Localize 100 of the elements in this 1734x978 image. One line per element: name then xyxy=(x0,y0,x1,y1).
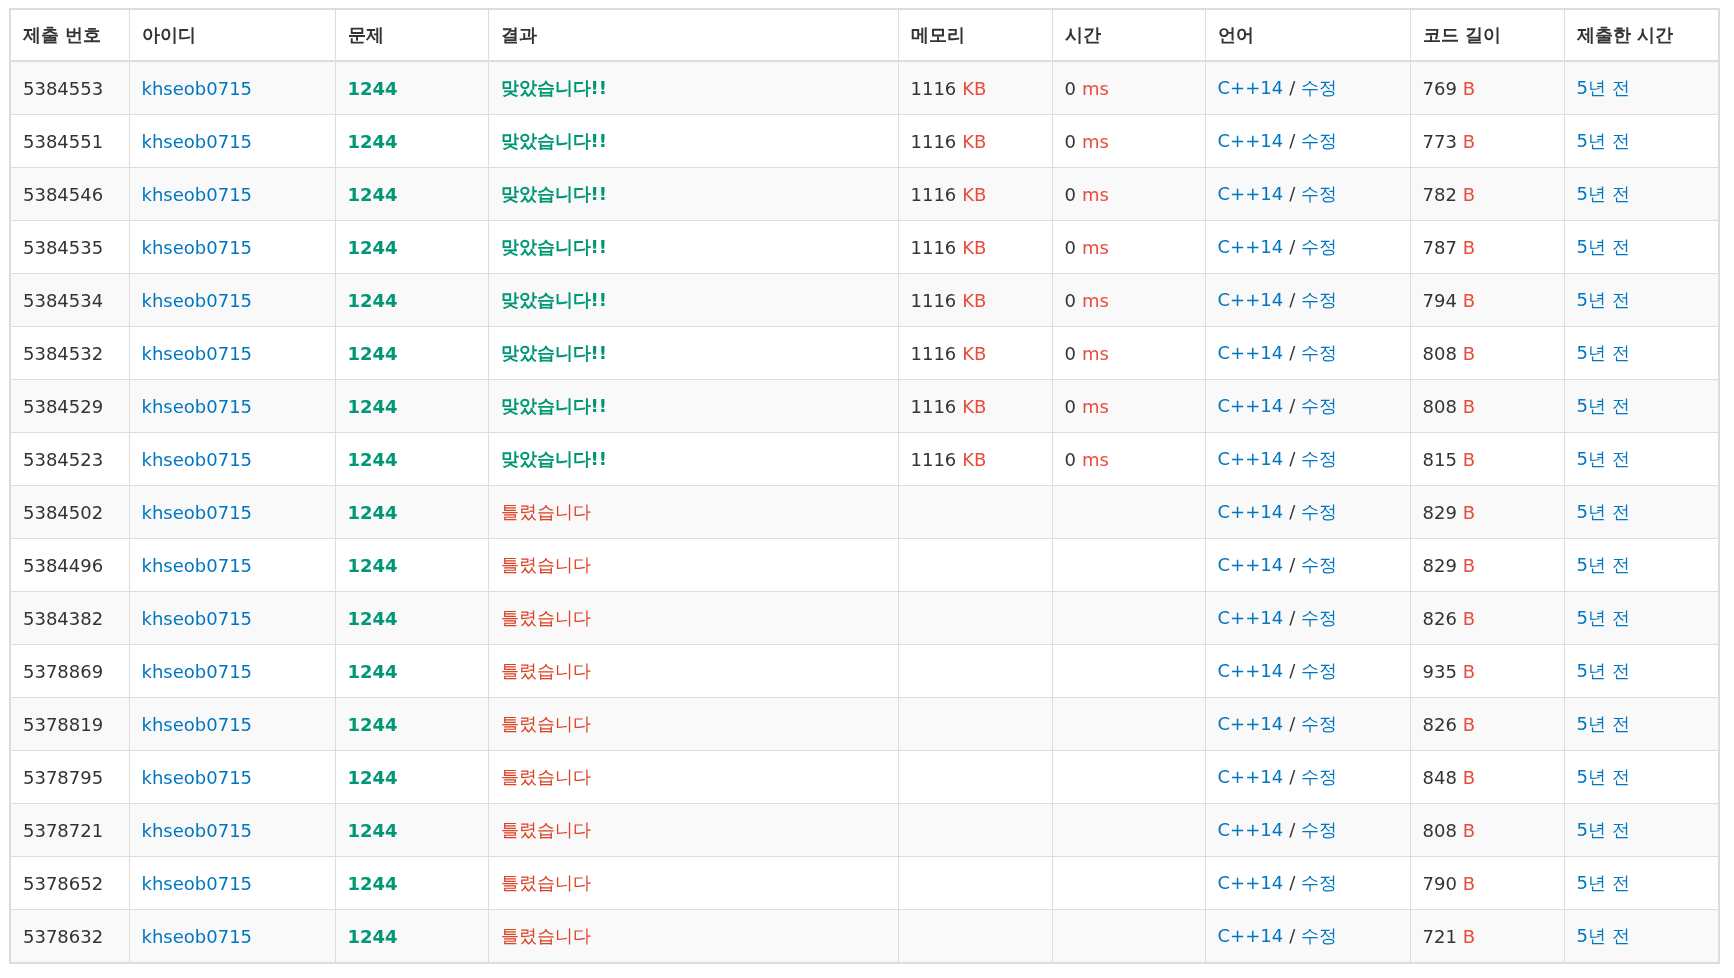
edit-link[interactable]: 수정 xyxy=(1301,236,1338,257)
edit-link[interactable]: 수정 xyxy=(1301,395,1338,416)
time-unit: ms xyxy=(1081,130,1109,152)
code-length-value: 829 xyxy=(1422,501,1457,523)
submission-number: 5384529 xyxy=(23,395,104,417)
submitted-time-link[interactable]: 5년 전 xyxy=(1576,342,1630,363)
language-link[interactable]: C++14 xyxy=(1217,342,1284,363)
language-link[interactable]: C++14 xyxy=(1217,130,1284,151)
problem-link[interactable]: 1244 xyxy=(347,130,398,152)
problem-link[interactable]: 1244 xyxy=(347,819,398,841)
memory-unit: KB xyxy=(962,183,987,205)
submitted-time-link[interactable]: 5년 전 xyxy=(1576,130,1630,151)
language-link[interactable]: C++14 xyxy=(1217,660,1284,681)
separator-text: / xyxy=(1289,236,1296,257)
submitted-time-link[interactable]: 5년 전 xyxy=(1576,236,1630,257)
memory-value: 1116 xyxy=(910,395,957,417)
edit-link[interactable]: 수정 xyxy=(1301,607,1338,628)
problem-link[interactable]: 1244 xyxy=(347,501,398,523)
submitted-time-link[interactable]: 5년 전 xyxy=(1576,395,1630,416)
submitted-time-link[interactable]: 5년 전 xyxy=(1576,925,1630,946)
problem-link[interactable]: 1244 xyxy=(347,183,398,205)
edit-link[interactable]: 수정 xyxy=(1301,766,1338,787)
submitted-time-link[interactable]: 5년 전 xyxy=(1576,872,1630,893)
memory-value: 1116 xyxy=(910,77,957,99)
language-link[interactable]: C++14 xyxy=(1217,872,1284,893)
submitted-time-link[interactable]: 5년 전 xyxy=(1576,289,1630,310)
edit-link[interactable]: 수정 xyxy=(1301,501,1338,522)
result-text: 틀렸습니다 xyxy=(500,660,591,681)
problem-link[interactable]: 1244 xyxy=(347,713,398,735)
time-unit: ms xyxy=(1081,236,1109,258)
result-text: 맞았습니다!! xyxy=(500,448,607,469)
problem-link[interactable]: 1244 xyxy=(347,289,398,311)
separator-text: / xyxy=(1289,872,1296,893)
language-link[interactable]: C++14 xyxy=(1217,607,1284,628)
result-text: 틀렸습니다 xyxy=(500,766,591,787)
separator-text: / xyxy=(1289,289,1296,310)
memory-value: 1116 xyxy=(910,342,957,364)
edit-link[interactable]: 수정 xyxy=(1301,819,1338,840)
submitted-time-link[interactable]: 5년 전 xyxy=(1576,183,1630,204)
language-link[interactable]: C++14 xyxy=(1217,713,1284,734)
time-value: 0 xyxy=(1064,395,1076,417)
submitted-time-link[interactable]: 5년 전 xyxy=(1576,77,1630,98)
problem-link[interactable]: 1244 xyxy=(347,236,398,258)
edit-link[interactable]: 수정 xyxy=(1301,130,1338,151)
separator-text: / xyxy=(1289,660,1296,681)
time-unit: ms xyxy=(1081,342,1109,364)
problem-link[interactable]: 1244 xyxy=(347,607,398,629)
edit-link[interactable]: 수정 xyxy=(1301,925,1338,946)
edit-link[interactable]: 수정 xyxy=(1301,448,1338,469)
time-unit: ms xyxy=(1081,183,1109,205)
language-link[interactable]: C++14 xyxy=(1217,554,1284,575)
memory-unit: KB xyxy=(962,289,987,311)
submitted-time-link[interactable]: 5년 전 xyxy=(1576,660,1630,681)
language-link[interactable]: C++14 xyxy=(1217,183,1284,204)
problem-link[interactable]: 1244 xyxy=(347,448,398,470)
time-unit: ms xyxy=(1081,77,1109,99)
time-value: 0 xyxy=(1064,289,1076,311)
language-link[interactable]: C++14 xyxy=(1217,289,1284,310)
submitted-time-link[interactable]: 5년 전 xyxy=(1576,607,1630,628)
language-link[interactable]: C++14 xyxy=(1217,236,1284,257)
edit-link[interactable]: 수정 xyxy=(1301,713,1338,734)
submission-number: 5384551 xyxy=(23,130,104,152)
language-link[interactable]: C++14 xyxy=(1217,448,1284,469)
submitted-time-link[interactable]: 5년 전 xyxy=(1576,554,1630,575)
submitted-time-link[interactable]: 5년 전 xyxy=(1576,501,1630,522)
code-length-unit: B xyxy=(1462,607,1476,629)
edit-link[interactable]: 수정 xyxy=(1301,872,1338,893)
problem-link[interactable]: 1244 xyxy=(347,660,398,682)
code-length-value: 826 xyxy=(1422,607,1457,629)
code-length-value: 826 xyxy=(1422,713,1457,735)
submitted-time-link[interactable]: 5년 전 xyxy=(1576,766,1630,787)
problem-link[interactable]: 1244 xyxy=(347,77,398,99)
code-length-unit: B xyxy=(1462,77,1476,99)
time-unit: ms xyxy=(1081,448,1109,470)
memory-value: 1116 xyxy=(910,289,957,311)
problem-link[interactable]: 1244 xyxy=(347,395,398,417)
edit-link[interactable]: 수정 xyxy=(1301,342,1338,363)
edit-link[interactable]: 수정 xyxy=(1301,77,1338,98)
edit-link[interactable]: 수정 xyxy=(1301,289,1338,310)
edit-link[interactable]: 수정 xyxy=(1301,660,1338,681)
language-link[interactable]: C++14 xyxy=(1217,819,1284,840)
edit-link[interactable]: 수정 xyxy=(1301,183,1338,204)
language-link[interactable]: C++14 xyxy=(1217,77,1284,98)
language-link[interactable]: C++14 xyxy=(1217,395,1284,416)
submitted-time-link[interactable]: 5년 전 xyxy=(1576,713,1630,734)
edit-link[interactable]: 수정 xyxy=(1301,554,1338,575)
problem-link[interactable]: 1244 xyxy=(347,554,398,576)
language-link[interactable]: C++14 xyxy=(1217,766,1284,787)
problem-link[interactable]: 1244 xyxy=(347,342,398,364)
submitted-time-link[interactable]: 5년 전 xyxy=(1576,448,1630,469)
submission-number: 5384532 xyxy=(23,342,104,364)
problem-link[interactable]: 1244 xyxy=(347,766,398,788)
result-text: 맞았습니다!! xyxy=(500,342,607,363)
problem-link[interactable]: 1244 xyxy=(347,872,398,894)
language-link[interactable]: C++14 xyxy=(1217,501,1284,522)
language-link[interactable]: C++14 xyxy=(1217,925,1284,946)
problem-link[interactable]: 1244 xyxy=(347,925,398,947)
result-text: 틀렸습니다 xyxy=(500,554,591,575)
submission-number: 5384496 xyxy=(23,554,104,576)
submitted-time-link[interactable]: 5년 전 xyxy=(1576,819,1630,840)
